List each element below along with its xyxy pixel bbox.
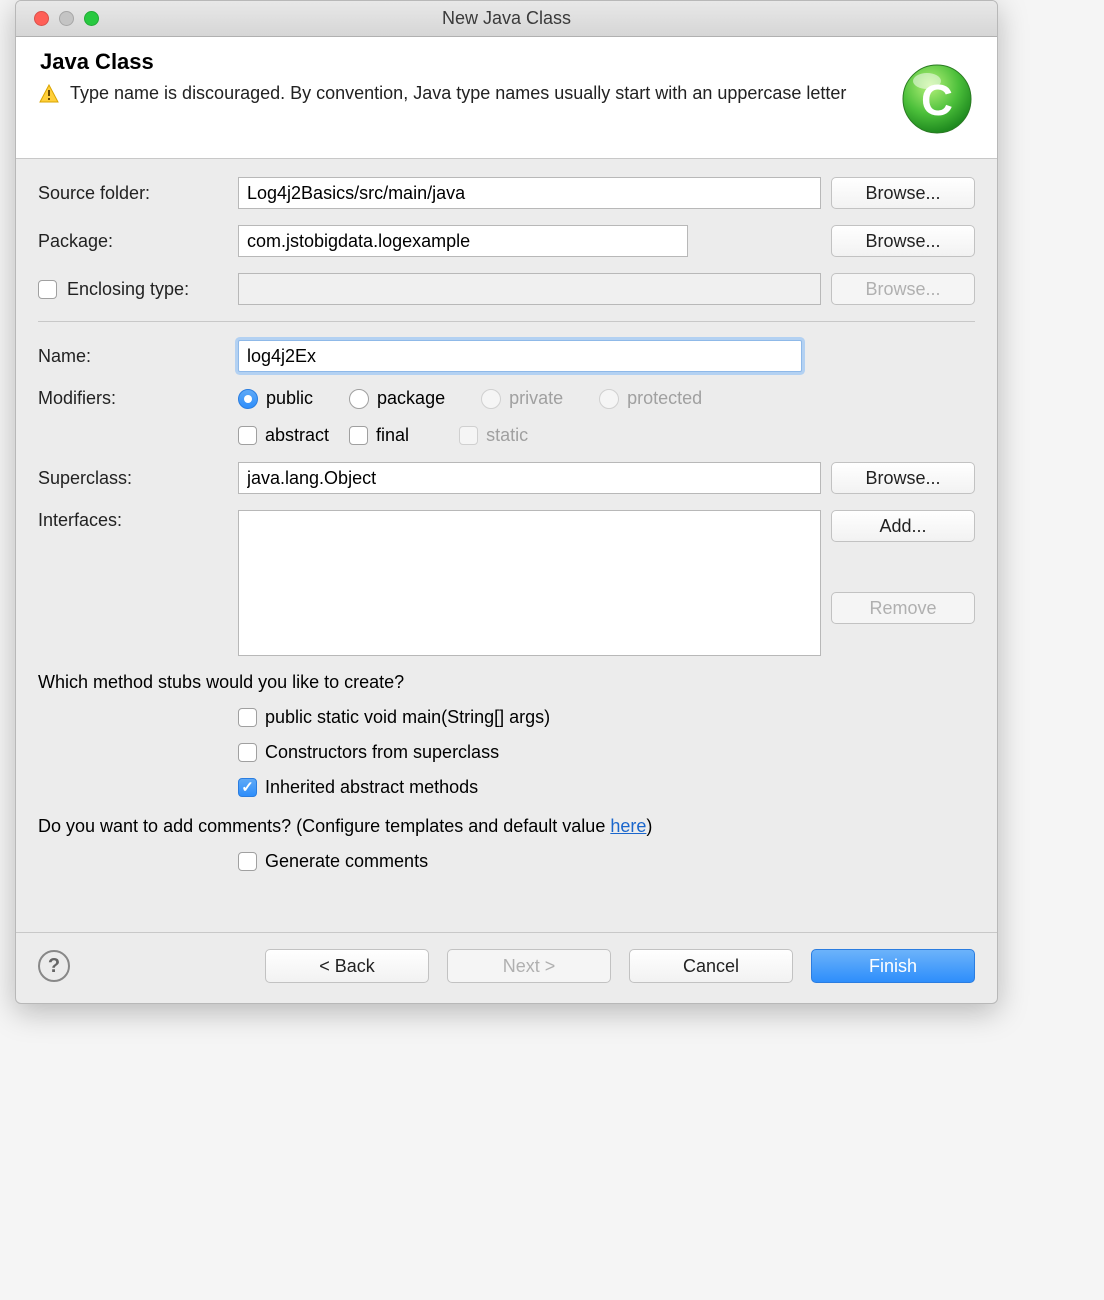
- dialog-content: Source folder: Browse... Package: Browse…: [16, 159, 997, 872]
- stub-constructors-checkbox[interactable]: Constructors from superclass: [238, 742, 975, 763]
- checkbox-icon: [238, 743, 257, 762]
- checkbox-icon: [349, 426, 368, 445]
- checkbox-icon: [238, 708, 257, 727]
- radio-icon: [481, 389, 501, 409]
- superclass-label: Superclass:: [38, 468, 228, 489]
- enclosing-type-input: [238, 273, 821, 305]
- page-title: Java Class: [40, 49, 887, 75]
- browse-package-button[interactable]: Browse...: [831, 225, 975, 257]
- header-description: Type name is discouraged. By convention,…: [70, 81, 887, 105]
- radio-icon: [238, 389, 258, 409]
- modifier-package[interactable]: package: [349, 388, 445, 409]
- interfaces-list[interactable]: [238, 510, 821, 656]
- cancel-button[interactable]: Cancel: [629, 949, 793, 983]
- modifier-private: private: [481, 388, 563, 409]
- enclosing-type-label: Enclosing type:: [67, 279, 189, 300]
- modifier-public[interactable]: public: [238, 388, 313, 409]
- modifier-abstract[interactable]: abstract: [238, 425, 329, 446]
- modifier-protected: protected: [599, 388, 702, 409]
- stub-main-checkbox[interactable]: public static void main(String[] args): [238, 707, 975, 728]
- warning-icon: [38, 83, 60, 111]
- dialog-header: Java Class Type name is discouraged. By …: [16, 37, 997, 159]
- name-input[interactable]: [238, 340, 802, 372]
- source-folder-label: Source folder:: [38, 183, 228, 204]
- browse-superclass-button[interactable]: Browse...: [831, 462, 975, 494]
- configure-templates-link[interactable]: here: [610, 816, 646, 836]
- modifiers-label: Modifiers:: [38, 388, 228, 409]
- superclass-input[interactable]: [238, 462, 821, 494]
- checkbox-icon: [459, 426, 478, 445]
- radio-icon: [349, 389, 369, 409]
- add-interface-button[interactable]: Add...: [831, 510, 975, 542]
- finish-button[interactable]: Finish: [811, 949, 975, 983]
- divider: [38, 321, 975, 322]
- titlebar: New Java Class: [16, 1, 997, 37]
- comments-question: Do you want to add comments? (Configure …: [38, 816, 975, 837]
- modifier-static: static: [459, 425, 528, 446]
- checkbox-icon: [238, 426, 257, 445]
- next-button: Next >: [447, 949, 611, 983]
- help-icon[interactable]: ?: [38, 950, 70, 982]
- name-label: Name:: [38, 346, 228, 367]
- source-folder-input[interactable]: [238, 177, 821, 209]
- interfaces-label: Interfaces:: [38, 510, 228, 531]
- new-java-class-dialog: New Java Class Java Class Type name is d…: [15, 0, 998, 1004]
- browse-source-folder-button[interactable]: Browse...: [831, 177, 975, 209]
- remove-interface-button: Remove: [831, 592, 975, 624]
- checkbox-icon: [238, 852, 257, 871]
- window-title: New Java Class: [16, 8, 997, 29]
- package-input[interactable]: [238, 225, 688, 257]
- modifier-final[interactable]: final: [349, 425, 409, 446]
- checkbox-icon: [238, 778, 257, 797]
- package-label: Package:: [38, 231, 228, 252]
- dialog-footer: ? < Back Next > Cancel Finish: [16, 932, 997, 1003]
- class-logo: C: [897, 59, 977, 144]
- back-button[interactable]: < Back: [265, 949, 429, 983]
- browse-enclosing-type-button: Browse...: [831, 273, 975, 305]
- enclosing-type-checkbox[interactable]: [38, 280, 57, 299]
- stub-inherited-checkbox[interactable]: Inherited abstract methods: [238, 777, 975, 798]
- method-stubs-question: Which method stubs would you like to cre…: [38, 672, 975, 693]
- radio-icon: [599, 389, 619, 409]
- generate-comments-checkbox[interactable]: Generate comments: [238, 851, 975, 872]
